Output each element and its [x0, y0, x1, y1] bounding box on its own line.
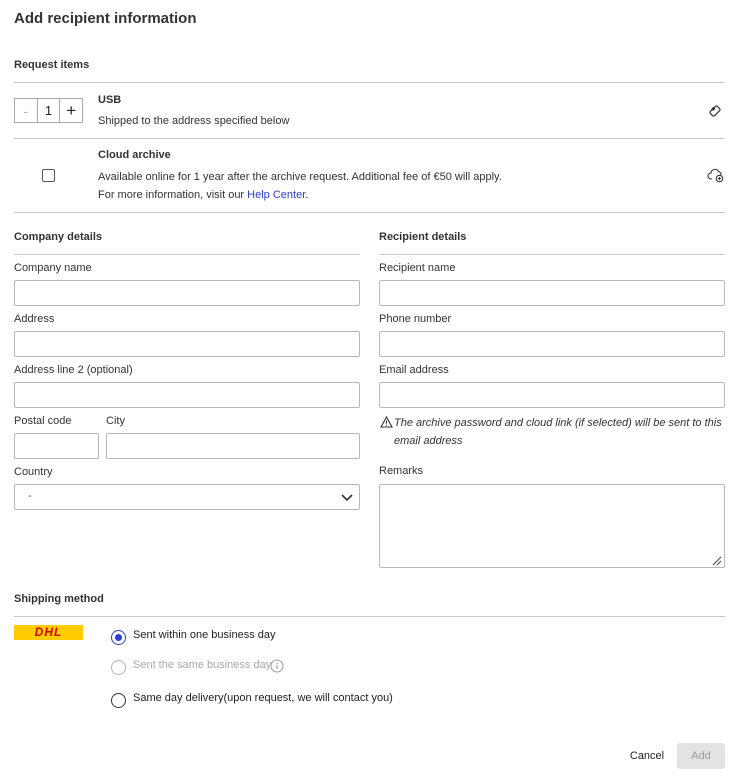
cloud-add-icon — [707, 166, 725, 183]
cloud-item-more-info: For more information, visit our Help Cen… — [98, 189, 308, 201]
country-label: Country — [14, 466, 53, 478]
decrement-button[interactable]: - — [15, 99, 38, 122]
shipping-method-heading: Shipping method — [14, 593, 104, 605]
resize-handle-icon[interactable] — [712, 555, 722, 566]
quantity-stepper[interactable]: - 1 + — [14, 98, 83, 123]
email-warning-text: The archive password and cloud link (if … — [394, 417, 722, 447]
shipping-option-same-day-delivery-label[interactable]: Same day delivery(upon request, we will … — [133, 692, 393, 704]
more-info-suffix: . — [305, 189, 309, 201]
country-select[interactable]: - — [14, 484, 360, 510]
recipient-details-heading: Recipient details — [379, 231, 467, 243]
email-address-label: Email address — [379, 364, 449, 376]
city-label: City — [106, 415, 125, 427]
more-info-prefix: For more information, visit our — [98, 189, 248, 201]
address-line2-field[interactable] — [14, 382, 360, 408]
quantity-value[interactable]: 1 — [38, 99, 61, 122]
cancel-button[interactable]: Cancel — [624, 743, 670, 769]
page-title: Add recipient information — [14, 10, 197, 27]
increment-button[interactable]: + — [60, 99, 82, 122]
usb-item-description: Shipped to the address specified below — [98, 115, 290, 127]
email-address-field[interactable] — [379, 382, 725, 408]
postal-code-field[interactable] — [14, 433, 99, 459]
request-items-heading: Request items — [14, 59, 90, 71]
remarks-field[interactable] — [379, 484, 725, 568]
dhl-logo-text: DHL — [34, 625, 63, 639]
cloud-item-name: Cloud archive — [98, 149, 171, 161]
recipient-name-label: Recipient name — [379, 262, 456, 274]
info-icon[interactable] — [270, 659, 284, 673]
shipping-option-same-day-label: Sent the same business day — [133, 659, 272, 671]
company-name-field[interactable] — [14, 280, 360, 306]
chevron-down-icon — [340, 490, 354, 504]
country-value: - — [28, 490, 32, 502]
divider — [14, 212, 725, 213]
shipping-option-one-day-radio[interactable] — [111, 630, 126, 645]
city-field[interactable] — [106, 433, 360, 459]
divider — [14, 138, 725, 139]
divider — [14, 82, 725, 83]
cloud-archive-checkbox[interactable] — [42, 169, 55, 182]
add-button[interactable]: Add — [677, 743, 725, 769]
usb-icon — [707, 103, 723, 119]
usb-item-name: USB — [98, 94, 122, 106]
recipient-name-field[interactable] — [379, 280, 725, 306]
phone-number-field[interactable] — [379, 331, 725, 357]
address-label: Address — [14, 313, 55, 325]
cloud-item-description: Available online for 1 year after the ar… — [98, 171, 502, 183]
company-name-label: Company name — [14, 262, 92, 274]
divider — [14, 254, 360, 255]
address-field[interactable] — [14, 331, 360, 357]
remarks-label: Remarks — [379, 465, 424, 477]
shipping-option-one-day-label[interactable]: Sent within one business day — [133, 629, 275, 641]
dhl-logo: DHL — [14, 625, 83, 640]
help-center-link[interactable]: Help Center — [247, 189, 305, 201]
shipping-option-same-day-radio — [111, 660, 126, 675]
divider — [14, 616, 725, 617]
divider — [379, 254, 725, 255]
postal-code-label: Postal code — [14, 415, 72, 427]
warning-icon — [380, 415, 393, 428]
address-line2-label: Address line 2 (optional) — [14, 364, 133, 376]
shipping-option-same-day-delivery-radio[interactable] — [111, 693, 126, 708]
phone-number-label: Phone number — [379, 313, 452, 325]
company-details-heading: Company details — [14, 231, 103, 243]
